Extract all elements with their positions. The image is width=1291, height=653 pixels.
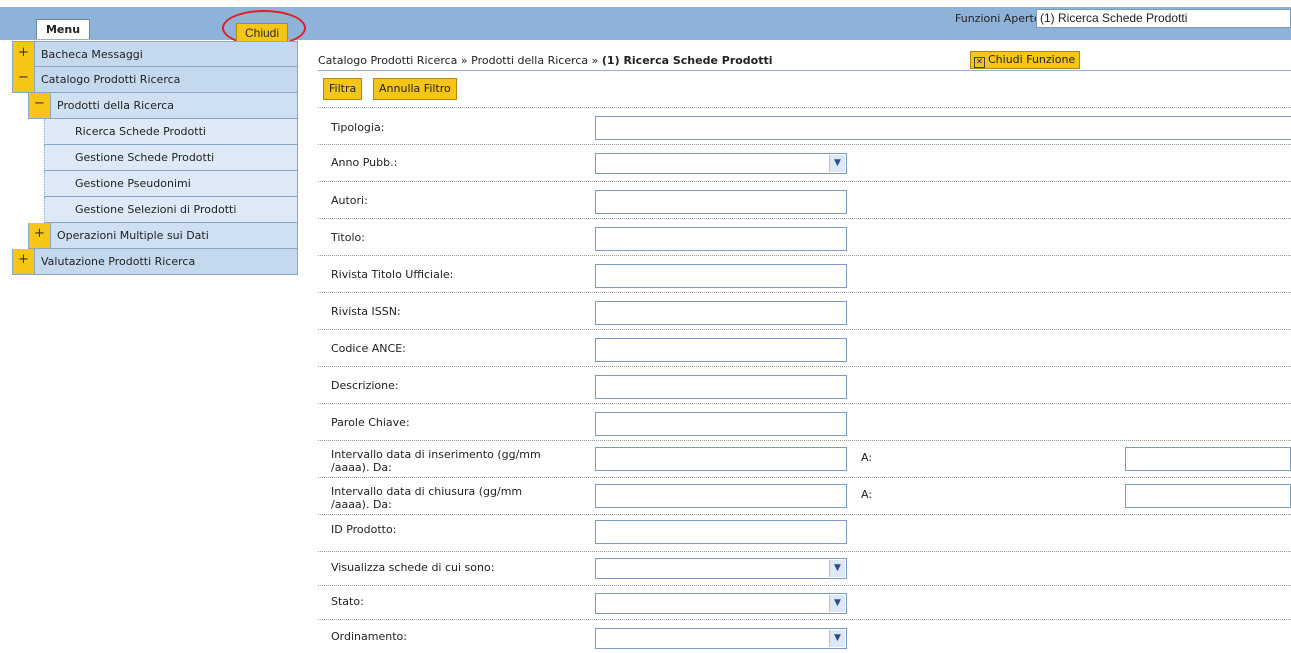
ordinamento-select[interactable]: ▼ (595, 628, 847, 649)
breadcrumb-item[interactable]: Catalogo Prodotti Ricerca (318, 54, 457, 67)
sidebar-item-gestione-selezioni-prodotti[interactable]: Gestione Selezioni di Prodotti (44, 197, 298, 223)
form-row-tipologia: Tipologia: (318, 107, 1291, 145)
expand-icon[interactable]: + (13, 249, 35, 274)
intervallo-inserimento-label: Intervallo data di inserimento (gg/mm /a… (331, 448, 591, 474)
id-prodotto-input[interactable] (595, 520, 847, 544)
parole-chiave-label: Parole Chiave: (331, 416, 410, 429)
autori-label: Autori: (331, 194, 368, 207)
sidebar-item-valutazione-prodotti-ricerca[interactable]: + Valutazione Prodotti Ricerca (12, 249, 298, 275)
form-row-id-prodotto: ID Prodotto: (318, 514, 1291, 552)
inserimento-a-label: A: (861, 451, 873, 464)
chiusura-da-input[interactable] (595, 484, 847, 508)
descrizione-input[interactable] (595, 375, 847, 399)
sidebar-item-label: Bacheca Messaggi (41, 48, 143, 61)
stato-label: Stato: (331, 595, 364, 608)
breadcrumb: Catalogo Prodotti Ricerca » Prodotti del… (318, 54, 773, 67)
titolo-input[interactable] (595, 227, 847, 251)
close-menu-button[interactable]: Chiudi (236, 23, 288, 43)
stato-select[interactable]: ▼ (595, 593, 847, 614)
inserimento-da-input[interactable] (595, 447, 847, 471)
parole-chiave-input[interactable] (595, 412, 847, 436)
form-row-autori: Autori: (318, 181, 1291, 219)
rivista-titolo-input[interactable] (595, 264, 847, 288)
form-row-descrizione: Descrizione: (318, 366, 1291, 404)
anno-label: Anno Pubb.: (331, 156, 398, 169)
descrizione-label: Descrizione: (331, 379, 399, 392)
tipologia-label: Tipologia: (331, 121, 385, 134)
form-row-rivista-issn: Rivista ISSN: (318, 292, 1291, 330)
header-divider (318, 70, 1291, 71)
form-row-stato: Stato: ▼ (318, 585, 1291, 620)
tipologia-input[interactable] (595, 116, 1291, 140)
sidebar-item-label: Prodotti della Ricerca (57, 99, 175, 112)
expand-icon[interactable]: + (29, 223, 51, 248)
form-row-anno: Anno Pubb.: ▼ (318, 144, 1291, 182)
label-line: Intervallo data di inserimento (gg/mm (331, 448, 541, 461)
codice-ance-label: Codice ANCE: (331, 342, 406, 355)
anno-select[interactable]: ▼ (595, 153, 847, 174)
sidebar-item-label: Valutazione Prodotti Ricerca (41, 255, 196, 268)
chevron-down-icon[interactable]: ▼ (829, 595, 845, 612)
breadcrumb-current: (1) Ricerca Schede Prodotti (601, 54, 773, 67)
sidebar-item-label: Operazioni Multiple sui Dati (57, 229, 209, 242)
sidebar-item-label: Ricerca Schede Prodotti (75, 125, 206, 138)
rivista-issn-input[interactable] (595, 301, 847, 325)
chevron-down-icon[interactable]: ▼ (829, 630, 845, 647)
sidebar-item-ricerca-schede-prodotti[interactable]: Ricerca Schede Prodotti (44, 119, 298, 145)
collapse-icon[interactable]: − (13, 67, 35, 92)
chiusura-a-label: A: (861, 488, 873, 501)
open-functions-select[interactable]: (1) Ricerca Schede Prodotti (1036, 9, 1291, 28)
chiusura-a-input[interactable] (1125, 484, 1291, 508)
label-line: Intervallo data di chiusura (gg/mm (331, 485, 523, 498)
label-line: /aaaa). Da: (331, 461, 392, 474)
chevron-down-icon[interactable]: ▼ (829, 560, 845, 577)
inserimento-a-input[interactable] (1125, 447, 1291, 471)
codice-ance-input[interactable] (595, 338, 847, 362)
menu-tab[interactable]: Menu (36, 19, 90, 39)
sidebar-item-operazioni-multiple[interactable]: + Operazioni Multiple sui Dati (28, 223, 298, 249)
sidebar-item-label: Gestione Selezioni di Prodotti (75, 203, 237, 216)
form-row-ordinamento: Ordinamento: ▼ (318, 619, 1291, 653)
autori-input[interactable] (595, 190, 847, 214)
close-function-button[interactable]: ✕ Chiudi Funzione (970, 51, 1081, 69)
expand-icon[interactable]: + (13, 42, 35, 67)
id-prodotto-label: ID Prodotto: (331, 523, 397, 536)
form-row-parole-chiave: Parole Chiave: (318, 403, 1291, 441)
form-row-rivista-titolo: Rivista Titolo Ufficiale: (318, 255, 1291, 293)
sidebar-item-label: Gestione Pseudonimi (75, 177, 191, 190)
filter-button[interactable]: Filtra (323, 78, 363, 100)
chevron-down-icon[interactable]: ▼ (829, 155, 845, 172)
sidebar-item-label: Catalogo Prodotti Ricerca (41, 73, 181, 86)
collapse-icon[interactable]: − (29, 93, 51, 118)
intervallo-chiusura-label: Intervallo data di chiusura (gg/mm /aaaa… (331, 485, 591, 511)
form-row-codice-ance: Codice ANCE: (318, 329, 1291, 367)
titolo-label: Titolo: (331, 231, 365, 244)
top-bar: Menu Chiudi Funzioni Aperte: (1) Ricerca… (0, 0, 1291, 46)
form-row-visualizza: Visualizza schede di cui sono: ▼ (318, 551, 1291, 586)
form-row-intervallo-inserimento: Intervallo data di inserimento (gg/mm /a… (318, 440, 1291, 478)
sidebar-item-bacheca-messaggi[interactable]: + Bacheca Messaggi (12, 41, 298, 67)
cancel-filter-button[interactable]: Annulla Filtro (373, 78, 457, 100)
sidebar-item-catalogo-prodotti-ricerca[interactable]: − Catalogo Prodotti Ricerca (12, 67, 298, 93)
sidebar-item-prodotti-della-ricerca[interactable]: − Prodotti della Ricerca (28, 93, 298, 119)
close-function-label: Chiudi Funzione (988, 53, 1076, 66)
sidebar-item-label: Gestione Schede Prodotti (75, 151, 215, 164)
rivista-issn-label: Rivista ISSN: (331, 305, 401, 318)
sidebar-menu: + Bacheca Messaggi − Catalogo Prodotti R… (12, 41, 298, 275)
breadcrumb-item[interactable]: Prodotti della Ricerca (471, 54, 588, 67)
rivista-titolo-label: Rivista Titolo Ufficiale: (331, 268, 454, 281)
open-functions-label: Funzioni Aperte: (955, 12, 1045, 25)
close-icon: ✕ (974, 57, 985, 68)
breadcrumb-separator: » (457, 54, 472, 67)
breadcrumb-separator: » (588, 54, 602, 67)
ordinamento-label: Ordinamento: (331, 630, 407, 643)
form-row-intervallo-chiusura: Intervallo data di chiusura (gg/mm /aaaa… (318, 477, 1291, 515)
label-line: /aaaa). Da: (331, 498, 392, 511)
form-row-titolo: Titolo: (318, 218, 1291, 256)
visualizza-label: Visualizza schede di cui sono: (331, 561, 495, 574)
sidebar-item-gestione-schede-prodotti[interactable]: Gestione Schede Prodotti (44, 145, 298, 171)
visualizza-select[interactable]: ▼ (595, 558, 847, 579)
sidebar-item-gestione-pseudonimi[interactable]: Gestione Pseudonimi (44, 171, 298, 197)
